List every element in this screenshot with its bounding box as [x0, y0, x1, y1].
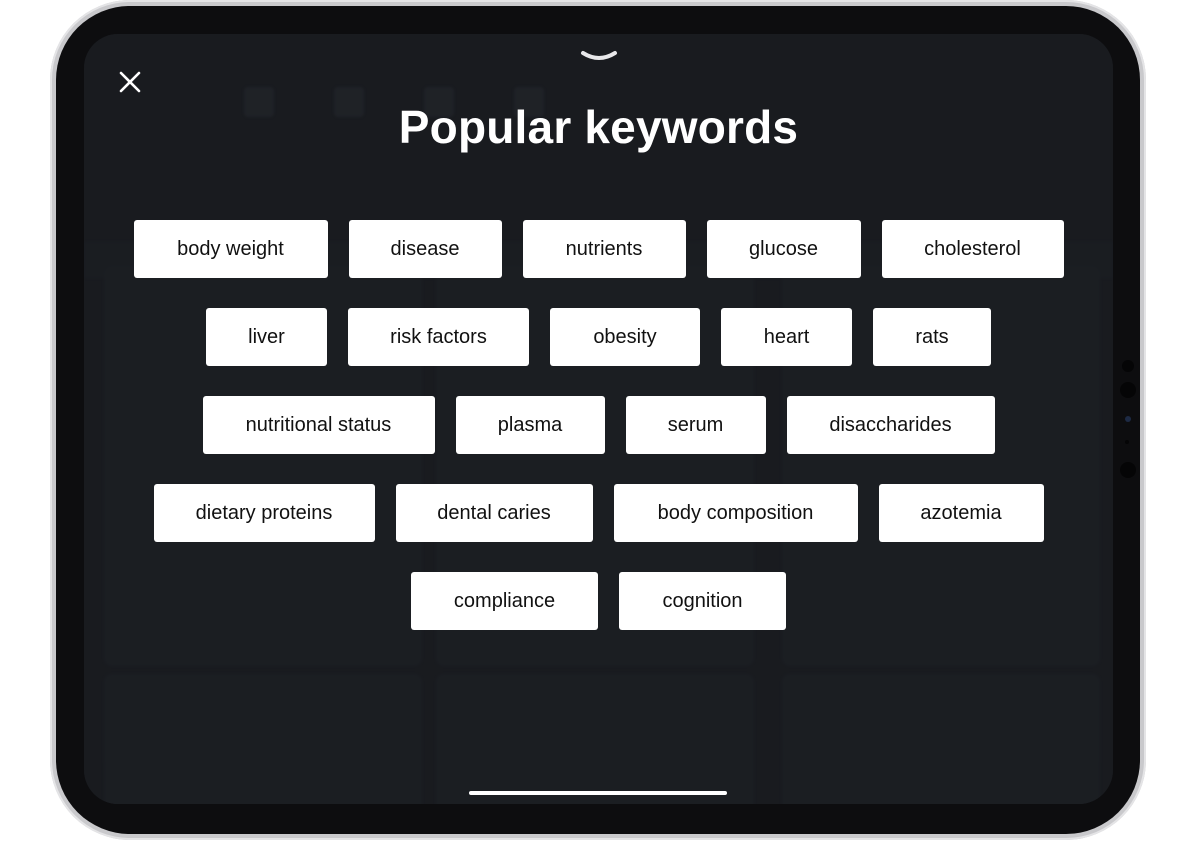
- keyword-chip[interactable]: heart: [721, 308, 852, 366]
- keyword-chip[interactable]: compliance: [411, 572, 598, 630]
- keyword-row: compliance cognition: [84, 572, 1113, 630]
- keyword-chip[interactable]: nutritional status: [202, 396, 435, 454]
- keyword-chip[interactable]: disaccharides: [786, 396, 995, 454]
- close-button[interactable]: [112, 64, 148, 100]
- modal-title: Popular keywords: [398, 101, 799, 153]
- keyword-chip[interactable]: cognition: [619, 572, 786, 630]
- keyword-row: liver risk factors obesity heart rats: [84, 308, 1113, 366]
- keyword-row: dietary proteins dental caries body comp…: [84, 484, 1113, 542]
- keyword-chip[interactable]: obesity: [550, 308, 700, 366]
- keyword-chip[interactable]: risk factors: [348, 308, 529, 366]
- screen: Popular keywords body weight disease nut…: [84, 34, 1113, 804]
- keyword-chip[interactable]: body composition: [613, 484, 858, 542]
- keyword-chip[interactable]: rats: [873, 308, 991, 366]
- keyword-chip[interactable]: cholesterol: [881, 220, 1064, 278]
- chevron-down-icon[interactable]: [580, 50, 618, 64]
- keyword-list: body weight disease nutrients glucose ch…: [84, 220, 1113, 660]
- keyword-chip[interactable]: dental caries: [395, 484, 593, 542]
- keyword-row: nutritional status plasma serum disaccha…: [84, 396, 1113, 454]
- keyword-chip[interactable]: disease: [348, 220, 502, 278]
- keyword-chip[interactable]: serum: [625, 396, 766, 454]
- keyword-row: body weight disease nutrients glucose ch…: [84, 220, 1113, 278]
- close-icon: [119, 71, 141, 93]
- keyword-chip[interactable]: plasma: [455, 396, 605, 454]
- keyword-chip[interactable]: dietary proteins: [153, 484, 375, 542]
- keyword-chip[interactable]: glucose: [706, 220, 861, 278]
- keyword-chip[interactable]: nutrients: [522, 220, 686, 278]
- keyword-chip[interactable]: azotemia: [878, 484, 1044, 542]
- home-indicator[interactable]: [469, 791, 727, 795]
- keyword-chip[interactable]: liver: [206, 308, 327, 366]
- keyword-chip[interactable]: body weight: [133, 220, 328, 278]
